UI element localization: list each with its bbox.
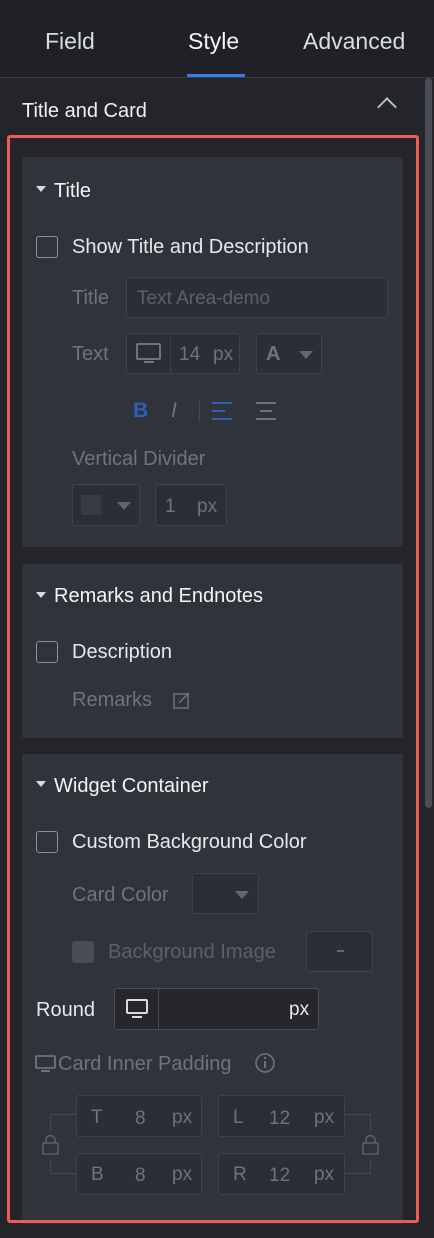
scrollbar[interactable] bbox=[425, 78, 432, 808]
tab-style[interactable]: Style bbox=[188, 28, 239, 55]
tab-advanced[interactable]: Advanced bbox=[303, 28, 405, 55]
section-title: Title and Card bbox=[22, 100, 147, 122]
highlight-frame bbox=[7, 135, 419, 1223]
tab-field[interactable]: Field bbox=[45, 28, 95, 55]
tab-bar: Field Style Advanced bbox=[0, 0, 434, 78]
active-tab-indicator bbox=[187, 74, 245, 77]
